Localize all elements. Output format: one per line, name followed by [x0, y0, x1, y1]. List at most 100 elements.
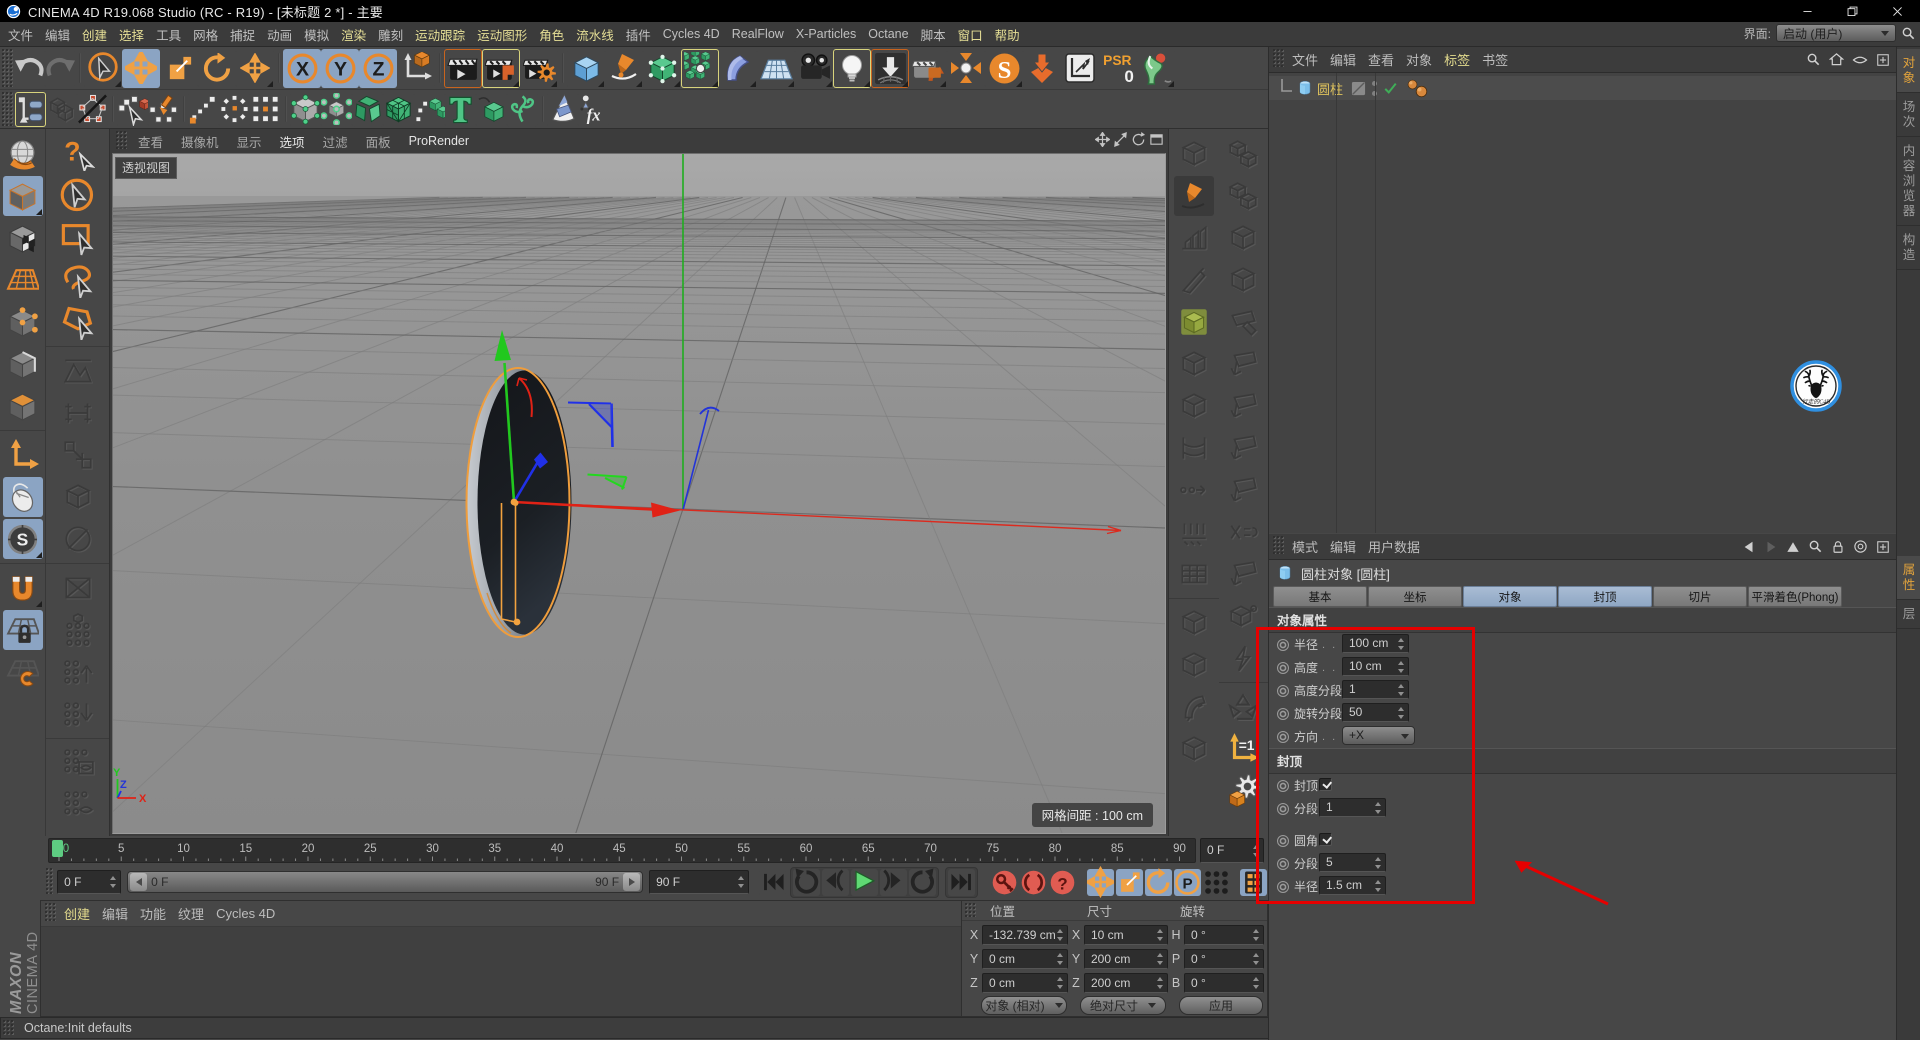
viewport-menu-查看[interactable]: 查看 — [129, 132, 172, 151]
range-right-cap[interactable] — [623, 873, 640, 891]
lasso-selection[interactable] — [58, 260, 98, 300]
panel-grip[interactable] — [1273, 49, 1284, 67]
frame-start-field[interactable]: 0 F — [57, 870, 121, 894]
snap-magnet-button[interactable] — [3, 568, 43, 608]
text-tool-button[interactable] — [445, 92, 476, 127]
camera-menu[interactable] — [795, 49, 833, 88]
range-left-cap[interactable] — [130, 873, 147, 891]
close-window-button[interactable] — [1875, 0, 1920, 22]
xpresso-menu[interactable] — [947, 49, 985, 88]
menu-运动图形[interactable]: 运动图形 — [471, 25, 533, 44]
spinner-icon[interactable] — [1252, 977, 1260, 989]
spline-pen-menu[interactable] — [605, 49, 643, 88]
tab-封顶[interactable]: 封顶 — [1558, 586, 1652, 607]
command-emb-cubes[interactable] — [1223, 176, 1263, 216]
octane-menu[interactable]: S — [985, 49, 1023, 88]
side-tab-构造[interactable]: 构造 — [1897, 226, 1920, 270]
disabled-tool-1[interactable] — [58, 351, 98, 391]
frame-end-field[interactable]: 90 F — [649, 870, 749, 894]
point-mode-button[interactable] — [188, 92, 219, 127]
enabled-check-icon[interactable] — [1383, 81, 1398, 95]
side-tab-层[interactable]: 层 — [1897, 600, 1920, 629]
rectangle-selection[interactable] — [58, 218, 98, 258]
layer-color-icon[interactable] — [1351, 81, 1366, 96]
current-frame-field[interactable]: 0 F — [1200, 838, 1264, 863]
play-backwards-button[interactable] — [793, 869, 820, 896]
panel-grip[interactable] — [2, 49, 13, 87]
recent-tool[interactable] — [236, 49, 274, 88]
timeline-ruler[interactable]: 051015202530354045505560657075808590 — [48, 838, 1196, 863]
command-emb-cube[interactable] — [1223, 218, 1263, 258]
menu-工具[interactable]: 工具 — [150, 25, 187, 44]
menu-创建[interactable]: 创建 — [76, 25, 113, 44]
command-emb-grid[interactable] — [1174, 554, 1214, 594]
make-editable-button[interactable] — [15, 92, 46, 127]
polygon-mode-button[interactable] — [250, 92, 281, 127]
menu-选择[interactable]: 选择 — [113, 25, 150, 44]
render-settings-button[interactable] — [520, 49, 558, 88]
key-position-toggle[interactable] — [1087, 869, 1114, 896]
restore-window-button[interactable] — [1830, 0, 1875, 22]
edge-mode-button[interactable] — [219, 92, 250, 127]
lock-x-axis[interactable]: X — [283, 49, 321, 88]
lock-z-axis[interactable]: Z — [359, 49, 397, 88]
coord-mode-dropdown-绝对尺寸[interactable]: 绝对尺寸 — [1080, 996, 1166, 1015]
search-icon[interactable] — [1808, 539, 1823, 554]
snap-s-button[interactable]: S — [3, 519, 43, 559]
om-menu-对象[interactable]: 对象 — [1400, 50, 1438, 69]
snap-workplane-button[interactable] — [3, 652, 43, 692]
play-forwards-button[interactable] — [909, 869, 936, 896]
panel-grip[interactable] — [45, 903, 56, 921]
mat-menu-Cycles 4D[interactable]: Cycles 4D — [210, 906, 281, 921]
viewport-menu-过滤[interactable]: 过滤 — [314, 132, 357, 151]
am-menu-编辑[interactable]: 编辑 — [1324, 537, 1362, 556]
panel-grip[interactable] — [965, 903, 976, 917]
drop-to-editable[interactable] — [46, 92, 77, 127]
falloff-tool-button[interactable] — [547, 92, 578, 127]
previous-key-button[interactable] — [822, 869, 849, 896]
mat-menu-创建[interactable]: 创建 — [58, 904, 96, 923]
coordinate-system-toggle[interactable] — [397, 49, 435, 88]
pan-view-icon[interactable] — [1095, 132, 1110, 147]
key-rotation-toggle[interactable] — [1145, 869, 1172, 896]
disabled-tool-6[interactable] — [58, 519, 98, 559]
command-emb-cube[interactable] — [1174, 386, 1214, 426]
menu-窗口[interactable]: 窗口 — [952, 25, 989, 44]
disabled-tool-3[interactable] — [58, 435, 98, 475]
spinner-icon[interactable] — [1156, 977, 1164, 989]
apply-button[interactable]: 应用 — [1179, 996, 1263, 1015]
command-emb-knife[interactable] — [1174, 260, 1214, 300]
command-emb-fan[interactable] — [1174, 687, 1214, 727]
enable-axis-button[interactable] — [3, 435, 43, 475]
menu-X-Particles[interactable]: X-Particles — [790, 27, 862, 41]
mesh-subdivide-button[interactable] — [321, 92, 352, 127]
lock-icon[interactable] — [1831, 540, 1845, 554]
rotate-tool[interactable] — [198, 49, 236, 88]
spinner-icon[interactable] — [1252, 953, 1260, 965]
key-parameter-toggle[interactable]: P — [1174, 869, 1201, 896]
menu-插件[interactable]: 插件 — [620, 25, 657, 44]
om-menu-书签[interactable]: 书签 — [1476, 50, 1514, 69]
spinner-icon[interactable] — [109, 876, 117, 888]
viewport-menu-摄像机[interactable]: 摄像机 — [172, 132, 228, 151]
texture-mode-button[interactable] — [3, 218, 43, 258]
command-emb-poly-arrow[interactable] — [1223, 554, 1263, 594]
point-mode-toggle[interactable] — [3, 302, 43, 342]
key-pla-toggle[interactable] — [1203, 869, 1230, 896]
mesh-points-button[interactable] — [290, 92, 321, 127]
model-mode-button[interactable] — [3, 176, 43, 216]
disabled-tool-5[interactable] — [58, 477, 98, 517]
lock-workplane-button[interactable] — [3, 610, 43, 650]
lights-menu[interactable] — [833, 49, 871, 88]
panel-grip[interactable] — [46, 868, 53, 894]
panel-grip[interactable] — [2, 92, 13, 126]
command-emb-cube[interactable] — [1174, 134, 1214, 174]
command-emb-cube[interactable] — [1223, 260, 1263, 300]
command-emb-cube[interactable] — [1174, 729, 1214, 769]
menu-流水线[interactable]: 流水线 — [570, 25, 620, 44]
workplane-mode-button[interactable] — [3, 260, 43, 300]
add-panel-icon[interactable] — [1876, 540, 1890, 554]
disabled-tool-2[interactable] — [58, 393, 98, 433]
side-tab-内容浏览器[interactable]: 内容浏览器 — [1897, 137, 1920, 226]
menu-脚本[interactable]: 脚本 — [915, 25, 952, 44]
